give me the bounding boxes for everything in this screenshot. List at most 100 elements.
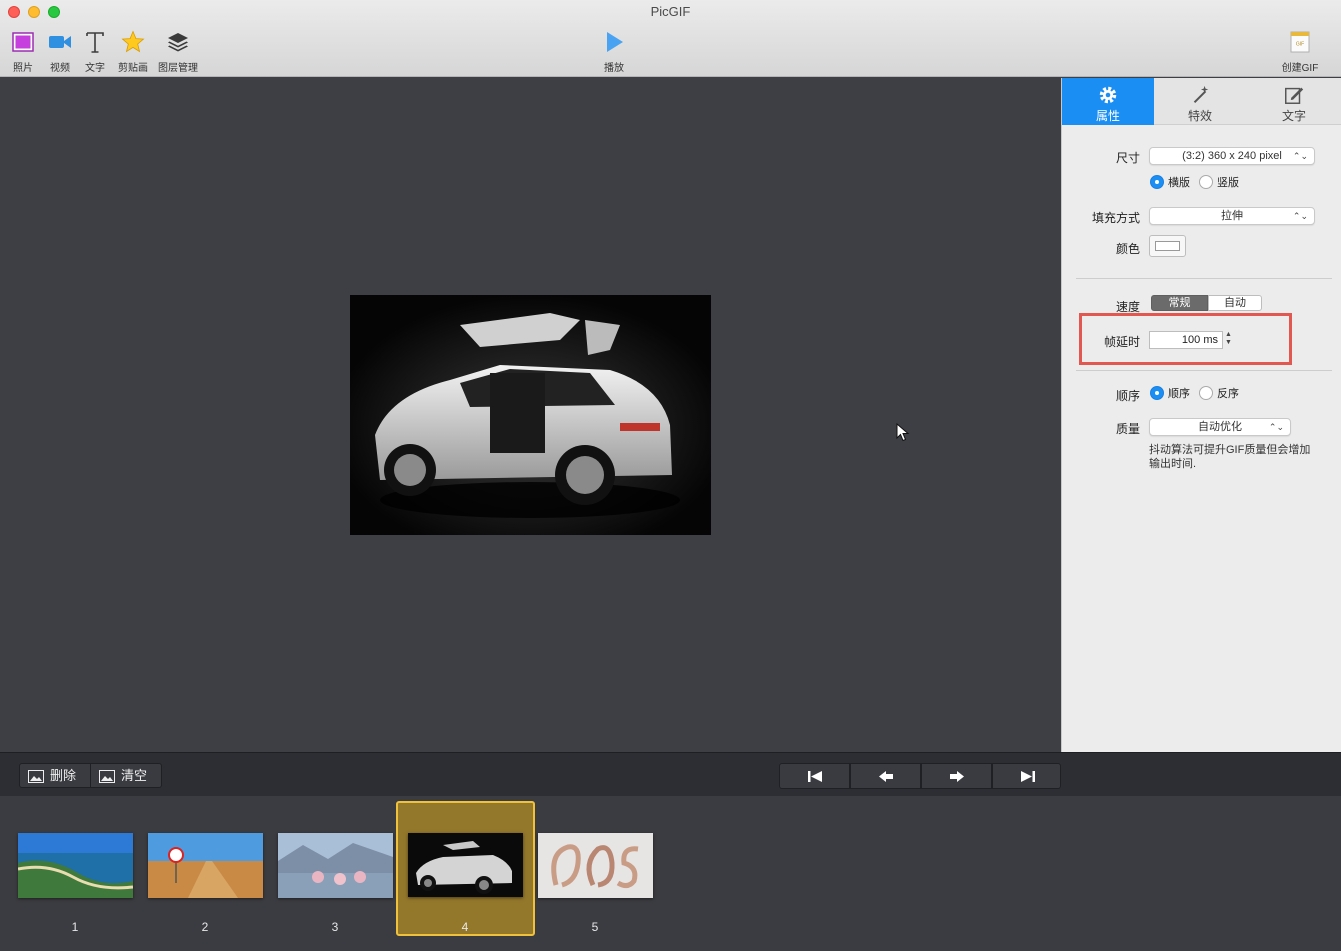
portrait-label: 竖版 [1217,177,1239,189]
title-bar: PicGIF 照片 视频 文字 剪贴画 图层管理 播放 GIF 创建GIF [0,0,1341,77]
quality-label: 质量 [1115,422,1140,436]
tab-text[interactable]: 文字 [1248,78,1340,125]
tab-effects[interactable]: 特效 [1154,78,1246,125]
create-gif-button[interactable]: GIF 创建GIF [1275,30,1325,74]
frame-number: 3 [331,920,339,934]
gif-file-icon: GIF [1290,31,1310,53]
frame-number: 2 [201,920,209,934]
layers-label: 图层管理 [158,63,198,74]
frame-delay-input[interactable]: 100 ms [1149,331,1223,349]
order-reverse-label: 反序 [1217,388,1239,400]
order-reverse-radio[interactable]: 反序 [1199,386,1239,401]
order-forward-radio[interactable]: 顺序 [1150,386,1190,401]
play-label: 播放 [604,63,624,74]
frame-thumbnail-4[interactable] [408,833,523,897]
speed-normal-segment[interactable]: 常规 [1151,295,1208,311]
quality-hint-line2: 输出时间. [1149,458,1197,470]
layers-button[interactable]: 图层管理 [153,30,203,74]
chevron-up-down-icon: ⌃⌄ [1292,211,1308,221]
fill-value: 拉伸 [1221,210,1243,222]
play-button[interactable]: 播放 [589,30,639,74]
divider [1076,278,1332,279]
mouse-cursor-icon [896,423,910,442]
current-frame-image[interactable] [350,295,711,535]
frame-filmstrip: 1 2 3 4 5 [0,796,1341,951]
play-icon [607,32,623,52]
frame-delay-stepper[interactable]: ▲ ▼ [1224,331,1233,349]
speed-auto-segment[interactable]: 自动 [1208,295,1262,311]
color-swatch-fill [1155,241,1180,251]
magic-wand-icon [1193,85,1209,104]
text-icon [86,32,104,53]
chevron-up-down-icon: ⌃⌄ [1292,151,1308,161]
create-gif-label: 创建GIF [1281,63,1319,74]
fill-select[interactable]: 拉伸 ⌃⌄ [1149,207,1315,225]
clear-label: 清空 [121,768,148,783]
tab-properties-label: 属性 [1095,109,1120,123]
skip-to-end-icon [1021,771,1035,782]
frame-thumbnail-1[interactable] [18,833,133,898]
frame-delay-label: 帧延时 [1103,335,1140,349]
last-frame-button[interactable] [992,763,1061,789]
order-label: 顺序 [1115,389,1140,403]
frame-thumbnail-3[interactable] [278,833,393,898]
canvas-area[interactable] [0,78,1061,752]
car-illustration [350,295,711,535]
tab-properties[interactable]: 属性 [1062,78,1154,125]
frame-number: 5 [591,920,599,934]
clear-frames-button[interactable]: 清空 [90,763,162,788]
edit-icon [1285,87,1304,104]
frame-thumbnail-2[interactable] [148,833,263,898]
next-frame-button[interactable] [921,763,992,789]
radio-dot-selected [1150,386,1164,400]
delete-label: 删除 [50,768,77,783]
desert-road-image [148,833,263,898]
skip-to-start-icon [808,771,822,782]
layers-icon [168,33,188,52]
image-icon [99,770,115,783]
video-camera-icon [49,36,71,48]
arrow-left-icon [879,771,893,782]
color-label: 颜色 [1115,242,1140,256]
first-frame-button[interactable] [779,763,850,789]
size-value: (3:2) 360 x 240 pixel [1182,150,1282,162]
quality-hint: 抖动算法可提升GIF质量但会增加 输出时间. [1149,443,1334,471]
previous-frame-button[interactable] [850,763,921,789]
window-title: PicGIF [650,4,691,19]
frame-control-bar: 删除 清空 [0,752,1341,796]
divider [1076,370,1332,371]
size-label: 尺寸 [1115,151,1140,165]
fill-label: 填充方式 [1091,211,1140,225]
tab-text-label: 文字 [1281,109,1306,123]
image-icon [28,770,44,783]
gif-icon-text: GIF [1296,42,1304,48]
quality-value: 自动优化 [1198,421,1242,433]
radio-dot [1199,386,1213,400]
tulips-image [278,833,393,898]
portrait-radio[interactable]: 竖版 [1199,175,1239,190]
coast-landscape-image [18,833,133,898]
frame-number: 1 [71,920,79,934]
frame-number: 4 [461,920,469,934]
arrow-right-icon [950,771,964,782]
size-select[interactable]: (3:2) 360 x 240 pixel ⌃⌄ [1149,147,1315,165]
landscape-radio[interactable]: 横版 [1150,175,1190,190]
car-thumbnail-image [408,833,523,897]
tab-effects-label: 特效 [1187,109,1212,123]
rope-letters-image [538,833,653,898]
order-forward-label: 顺序 [1168,388,1190,400]
color-swatch[interactable] [1149,235,1186,257]
chevron-up-down-icon: ⌃⌄ [1268,422,1284,432]
star-icon [121,30,145,53]
clipart-button[interactable]: 剪贴画 [108,30,158,74]
radio-dot [1199,175,1213,189]
clipart-label: 剪贴画 [118,63,148,74]
quality-hint-line1: 抖动算法可提升GIF质量但会增加 [1149,444,1311,456]
frame-thumbnail-5[interactable] [538,833,653,898]
quality-select[interactable]: 自动优化 ⌃⌄ [1149,418,1291,436]
landscape-label: 横版 [1168,177,1190,189]
photo-icon [12,32,34,52]
panel-tabs: 属性 特效 文字 [1062,78,1341,125]
gear-icon [1099,86,1117,104]
delete-frame-button[interactable]: 删除 [19,763,91,788]
